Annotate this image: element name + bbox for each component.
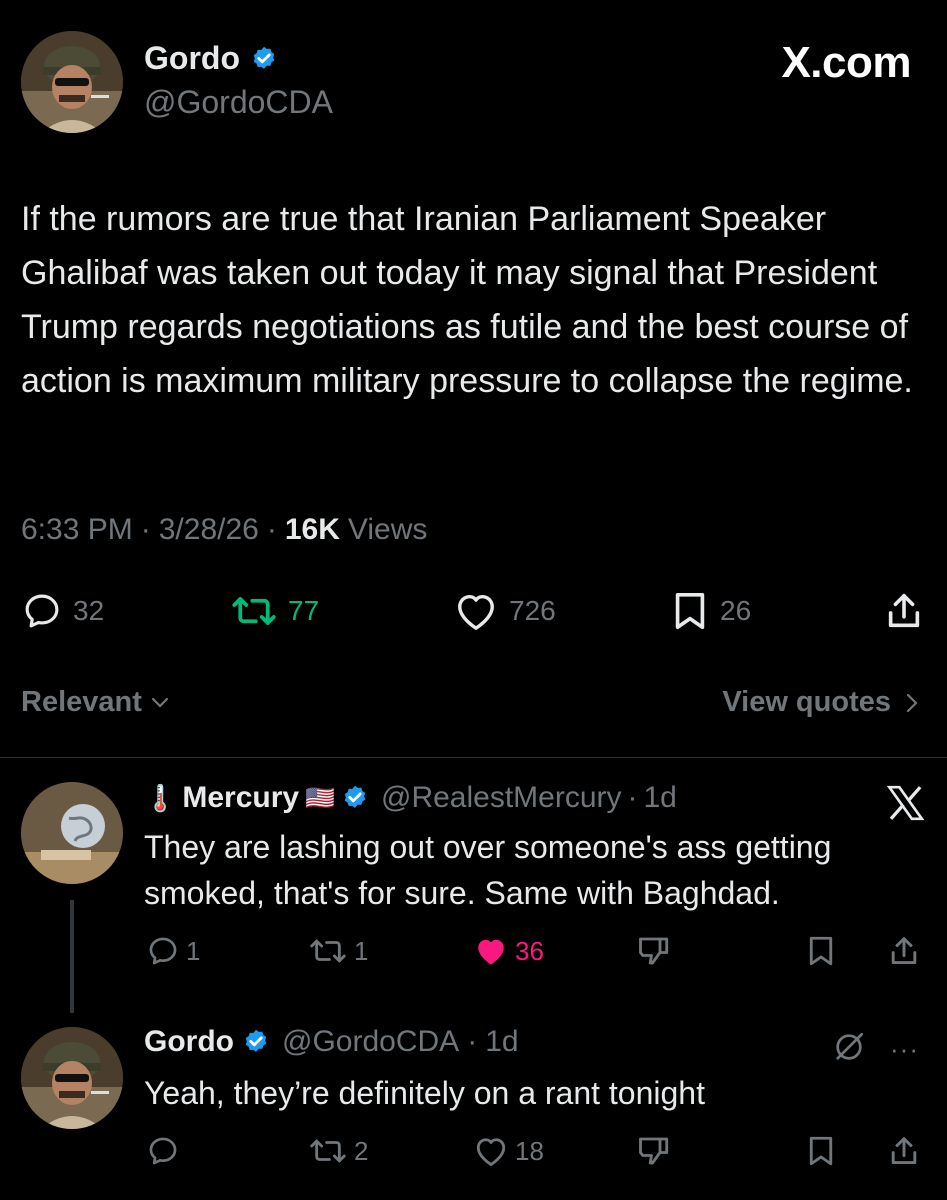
reply-count: 32 bbox=[73, 595, 105, 626]
share-icon bbox=[884, 590, 924, 632]
thumbs-down-icon bbox=[636, 1134, 672, 1168]
divider bbox=[0, 757, 947, 758]
bookmark-button[interactable]: 26 bbox=[670, 590, 751, 632]
views-count: 16K bbox=[284, 513, 340, 546]
dislike-button[interactable] bbox=[636, 934, 672, 968]
heart-filled-icon bbox=[473, 934, 509, 968]
meta-separator: · bbox=[627, 781, 638, 814]
thread-line bbox=[70, 900, 74, 1013]
sort-label: Relevant bbox=[21, 686, 142, 718]
like-button[interactable]: 726 bbox=[453, 590, 556, 632]
reply-icon bbox=[146, 934, 180, 968]
tweet-text: If the rumors are true that Iranian Parl… bbox=[21, 200, 913, 400]
reply-author-name[interactable]: Mercury bbox=[182, 781, 299, 815]
reply-handle[interactable]: @GordoCDA bbox=[282, 1025, 459, 1059]
reply-age[interactable]: 1d bbox=[644, 781, 677, 815]
reply-avatar[interactable] bbox=[21, 782, 123, 884]
share-icon bbox=[888, 934, 920, 968]
reply-button[interactable]: 32 bbox=[21, 590, 104, 632]
meta-separator: · bbox=[266, 513, 277, 546]
grok-icon[interactable] bbox=[832, 1030, 866, 1064]
meta-separator: · bbox=[467, 1025, 478, 1058]
bookmark-icon bbox=[806, 934, 836, 968]
reply-count: 1 bbox=[186, 935, 201, 966]
view-quotes-link[interactable]: View quotes bbox=[722, 686, 919, 719]
reply-age[interactable]: 1d bbox=[485, 1025, 518, 1059]
dislike-button[interactable] bbox=[636, 1134, 672, 1168]
tweet-date[interactable]: 3/28/26 bbox=[159, 513, 259, 547]
views-label: Views bbox=[347, 513, 428, 546]
author-name[interactable]: Gordo bbox=[144, 40, 240, 77]
reply-text: They are lashing out over someone's ass … bbox=[144, 829, 832, 911]
chevron-right-icon bbox=[905, 692, 919, 714]
verified-badge-icon bbox=[250, 45, 278, 73]
verified-badge-icon bbox=[242, 1028, 270, 1056]
x-logo-icon[interactable] bbox=[886, 784, 926, 822]
view-quotes-label: View quotes bbox=[722, 686, 891, 718]
thermometer-emoji: 🌡️ bbox=[144, 782, 177, 813]
reply-icon bbox=[21, 590, 63, 632]
heart-icon bbox=[473, 1134, 509, 1168]
reply-button[interactable]: 1 bbox=[146, 934, 200, 968]
repost-icon bbox=[230, 590, 278, 632]
share-button[interactable] bbox=[888, 1134, 920, 1168]
us-flag-emoji: 🇺🇸 bbox=[305, 784, 335, 812]
bookmark-icon bbox=[670, 590, 710, 632]
repost-count: 2 bbox=[354, 1135, 369, 1166]
reply-button[interactable] bbox=[146, 1134, 186, 1168]
share-icon bbox=[888, 1134, 920, 1168]
heart-icon bbox=[453, 590, 499, 632]
bookmark-count: 26 bbox=[720, 595, 752, 626]
site-logo: X.com bbox=[781, 38, 911, 87]
author-avatar[interactable] bbox=[21, 31, 123, 133]
reply-handle[interactable]: @RealestMercury bbox=[381, 781, 622, 815]
chevron-down-icon bbox=[150, 696, 170, 710]
reply-text: Yeah, they’re definitely on a rant tonig… bbox=[144, 1075, 705, 1111]
repost-count: 1 bbox=[354, 935, 369, 966]
reply-author-name[interactable]: Gordo bbox=[144, 1025, 234, 1059]
more-options-icon[interactable]: ··· bbox=[890, 1034, 919, 1065]
reply-avatar[interactable] bbox=[21, 1027, 123, 1129]
tweet-time[interactable]: 6:33 PM bbox=[21, 513, 133, 547]
share-button[interactable] bbox=[884, 590, 924, 632]
thumbs-down-icon bbox=[636, 934, 672, 968]
bookmark-icon bbox=[806, 1134, 836, 1168]
repost-button[interactable]: 1 bbox=[308, 934, 368, 968]
repost-count: 77 bbox=[288, 595, 320, 626]
author-handle[interactable]: @GordoCDA bbox=[144, 84, 333, 121]
bookmark-button[interactable] bbox=[806, 934, 836, 968]
bookmark-button[interactable] bbox=[806, 1134, 836, 1168]
tweet-meta: 6:33 PM · 3/28/26 · 16K Views bbox=[21, 513, 427, 547]
repost-icon bbox=[308, 1134, 348, 1168]
share-button[interactable] bbox=[888, 934, 920, 968]
repost-button[interactable]: 2 bbox=[308, 1134, 368, 1168]
like-count: 18 bbox=[515, 1135, 544, 1166]
meta-separator: · bbox=[140, 513, 151, 546]
like-button[interactable]: 18 bbox=[473, 1134, 544, 1168]
repost-button[interactable]: 77 bbox=[230, 590, 319, 632]
reply-icon bbox=[146, 1134, 180, 1168]
repost-icon bbox=[308, 934, 348, 968]
sort-dropdown[interactable]: Relevant bbox=[21, 686, 170, 719]
like-count: 726 bbox=[509, 595, 556, 626]
like-button[interactable]: 36 bbox=[473, 934, 544, 968]
verified-badge-icon bbox=[341, 784, 369, 812]
like-count: 36 bbox=[515, 935, 544, 966]
